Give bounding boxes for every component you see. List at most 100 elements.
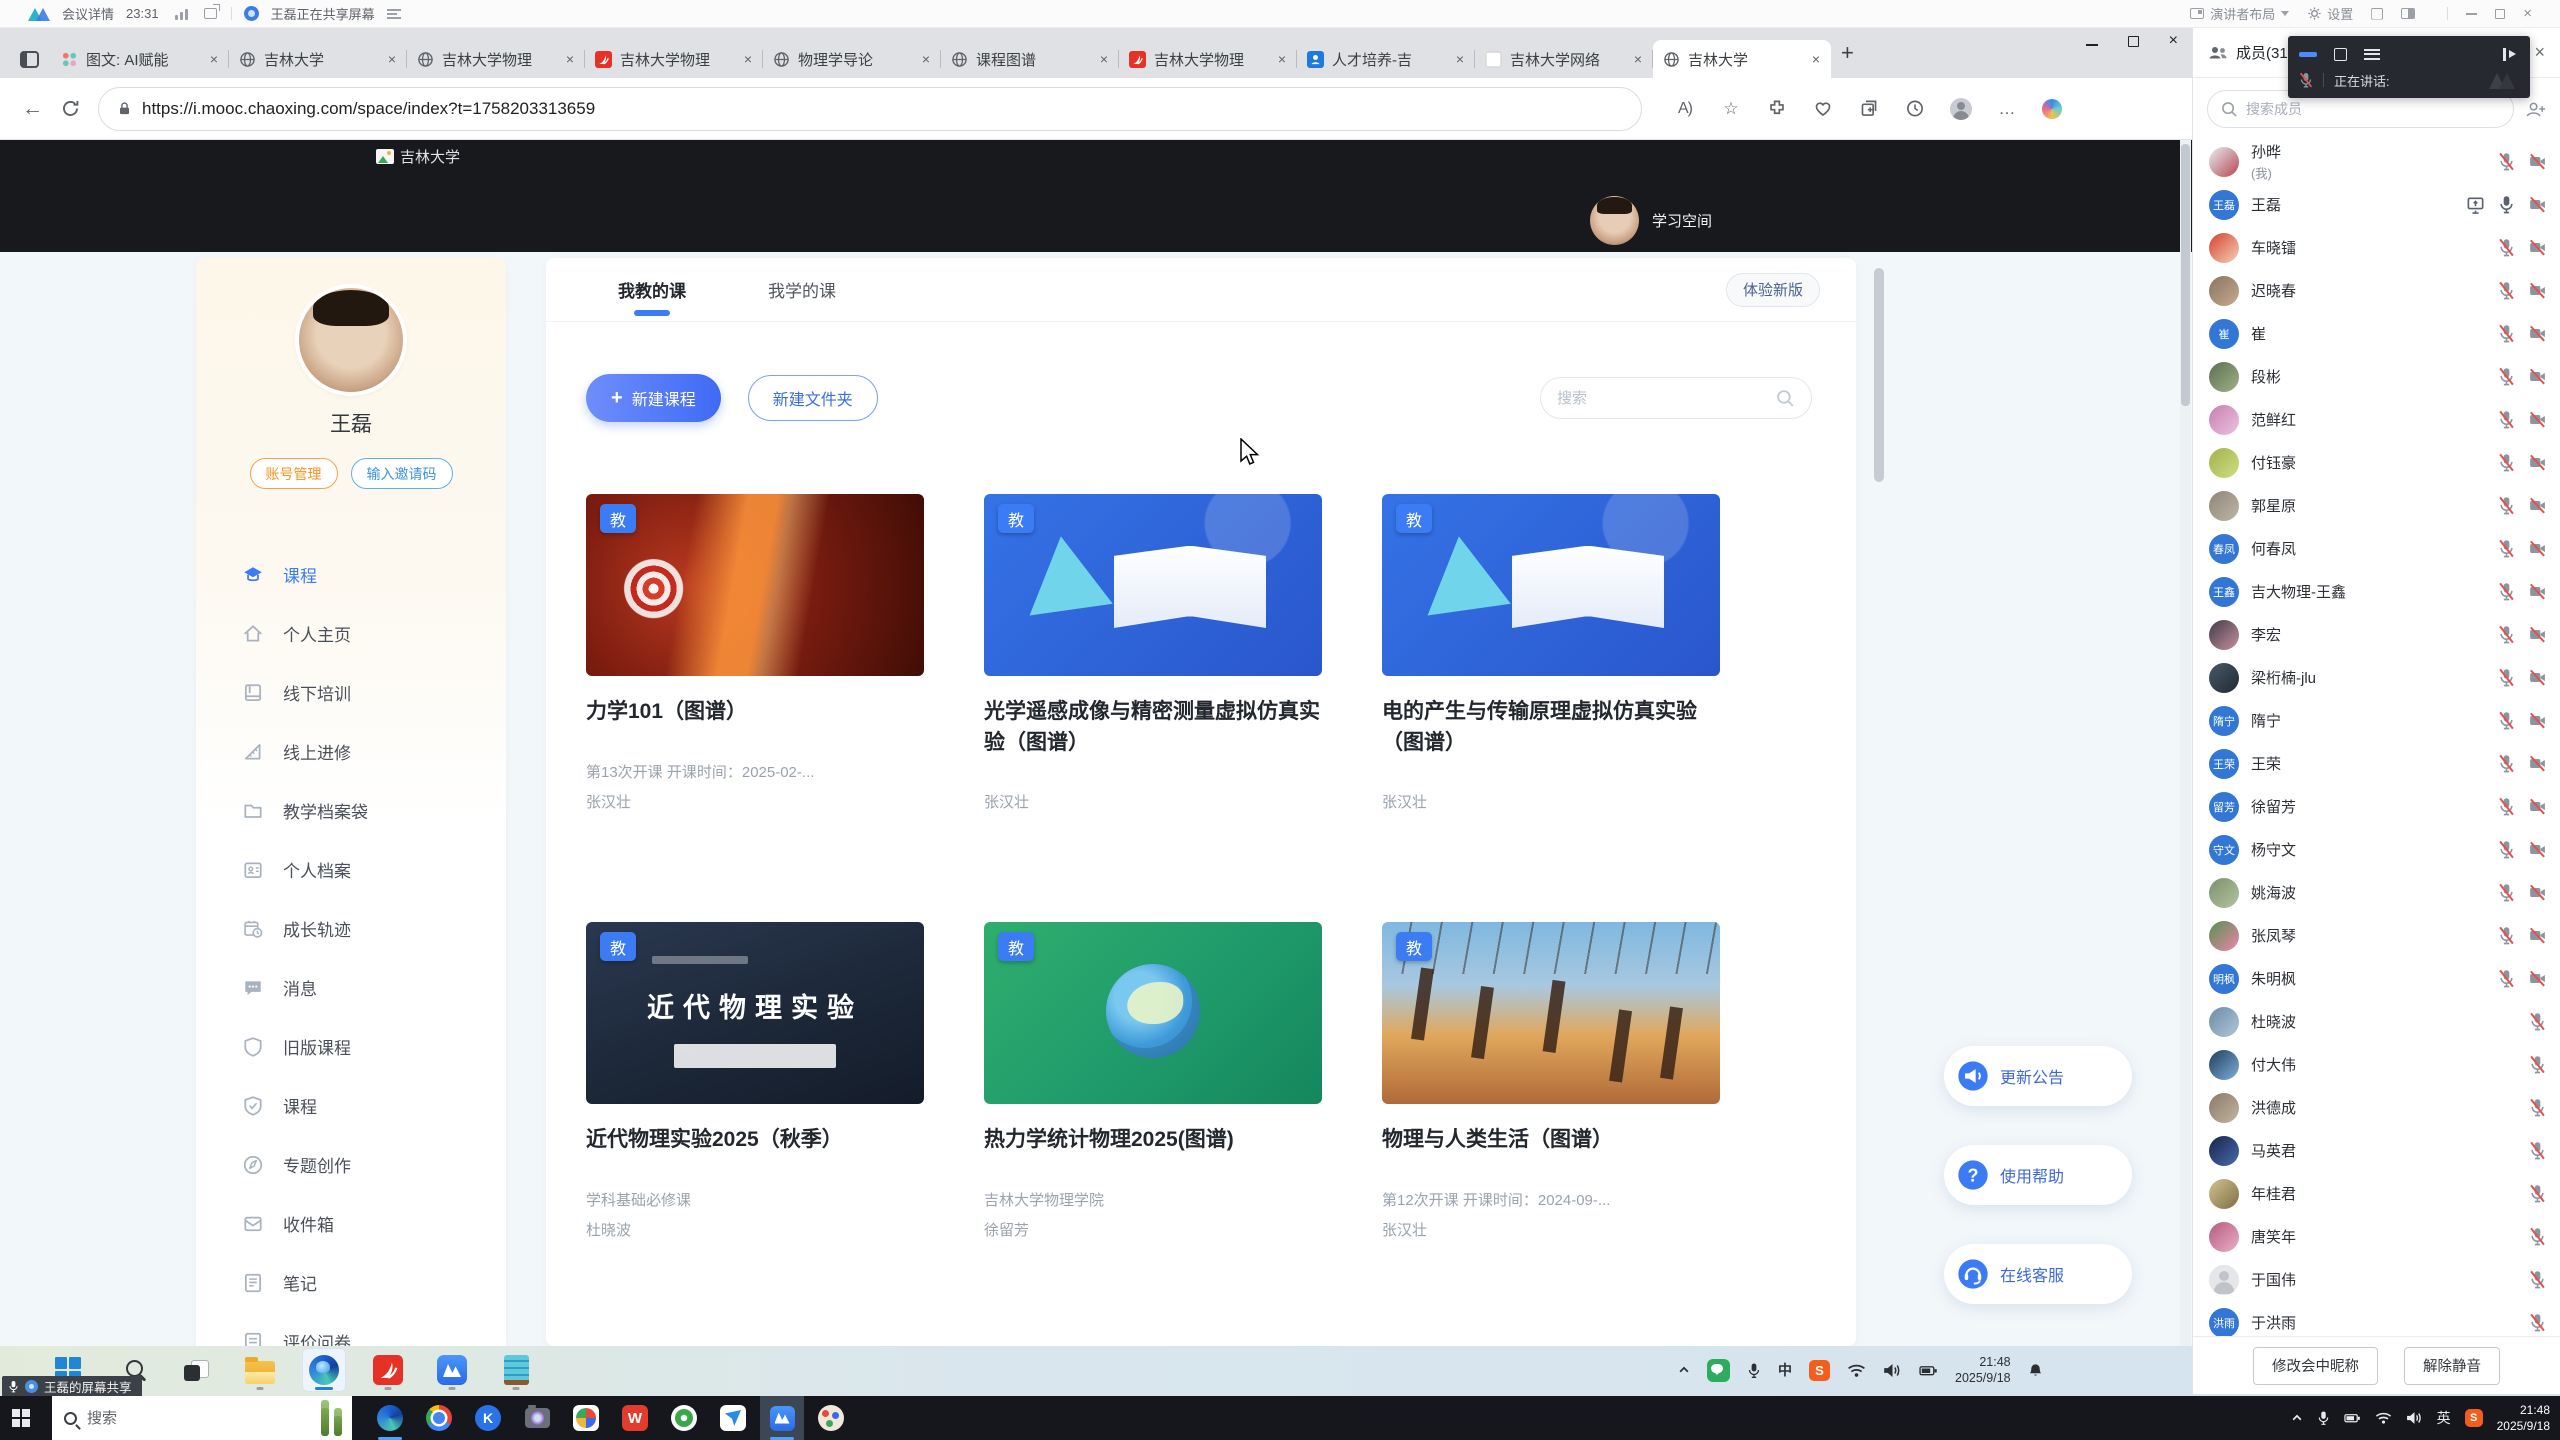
taskbar-search-box[interactable] bbox=[52, 1396, 352, 1440]
browser-minimize-button[interactable] bbox=[2086, 44, 2098, 46]
site-logo[interactable]: 吉林大学 bbox=[376, 146, 460, 167]
restore-window-icon[interactable] bbox=[2334, 48, 2347, 61]
camera-off-icon[interactable] bbox=[2529, 367, 2546, 386]
tab-close-icon[interactable]: × bbox=[1097, 51, 1111, 67]
sidebar-item[interactable]: 成长轨迹 bbox=[196, 899, 506, 958]
sidebar-item[interactable]: 教学档案袋 bbox=[196, 781, 506, 840]
course-search-box[interactable] bbox=[1540, 377, 1812, 419]
mic-muted-icon[interactable] bbox=[2498, 797, 2515, 816]
camera-off-icon[interactable] bbox=[2529, 152, 2546, 171]
online-service-button[interactable]: 在线客服 bbox=[1944, 1244, 2132, 1304]
collections-icon[interactable] bbox=[1858, 99, 1880, 118]
browser-tab[interactable]: 吉林大学 × bbox=[1653, 40, 1831, 78]
browser-tab[interactable]: 图文: AI赋能 × bbox=[51, 40, 229, 78]
camera-off-icon[interactable] bbox=[2529, 453, 2546, 472]
member-row[interactable]: 车晓镭 bbox=[2193, 226, 2560, 269]
refresh-button[interactable] bbox=[61, 99, 80, 118]
browser-maximize-button[interactable] bbox=[2128, 36, 2139, 47]
tab-close-icon[interactable]: × bbox=[1275, 51, 1289, 67]
member-row[interactable]: 付大伟 bbox=[2193, 1043, 2560, 1086]
member-row[interactable]: 梁桁楠-jlu bbox=[2193, 656, 2560, 699]
camera-off-icon[interactable] bbox=[2529, 711, 2546, 730]
sidebar-item[interactable]: 课程 bbox=[196, 545, 506, 604]
member-row[interactable]: 孙晔 (我) bbox=[2193, 140, 2560, 183]
mic-muted-icon[interactable] bbox=[2529, 1227, 2546, 1246]
fullscreen-icon[interactable] bbox=[2371, 8, 2383, 20]
ime-indicator[interactable]: 英 bbox=[2437, 1408, 2451, 1428]
mic-muted-icon[interactable] bbox=[2498, 539, 2515, 558]
camera-off-icon[interactable] bbox=[2529, 668, 2546, 687]
sidebar-item[interactable]: 专题创作 bbox=[196, 1135, 506, 1194]
mic-muted-icon[interactable] bbox=[2529, 1270, 2546, 1289]
member-row[interactable]: 洪德成 bbox=[2193, 1086, 2560, 1129]
read-aloud-icon[interactable]: A) bbox=[1674, 100, 1696, 118]
camera-off-icon[interactable] bbox=[2529, 539, 2546, 558]
wifi-icon[interactable] bbox=[1847, 1362, 1866, 1379]
taskbar-edge-icon[interactable] bbox=[368, 1396, 412, 1440]
member-row[interactable]: 王磊 王磊 bbox=[2193, 183, 2560, 226]
browser-tab[interactable]: 吉林大学网络 × bbox=[1475, 40, 1653, 78]
member-row[interactable]: 洪雨 于洪雨 bbox=[2193, 1301, 2560, 1336]
member-row[interactable]: 守文 杨守文 bbox=[2193, 828, 2560, 871]
minimize-window-button[interactable] bbox=[2466, 13, 2477, 15]
course-title[interactable]: 光学遥感成像与精密测量虚拟仿真实验（图谱） bbox=[984, 696, 1322, 758]
sidebar-item[interactable]: 课程 bbox=[196, 1076, 506, 1135]
taskbar-chaoxing-icon[interactable] bbox=[366, 1348, 410, 1392]
header-user-avatar[interactable] bbox=[1590, 196, 1639, 245]
sidebar-item[interactable]: 线上进修 bbox=[196, 722, 506, 781]
update-announcement-button[interactable]: 更新公告 bbox=[1944, 1046, 2132, 1106]
volume-icon[interactable] bbox=[2406, 1410, 2423, 1426]
course-card[interactable]: 教 电的产生与传输原理虚拟仿真实验（图谱） 张汉壮 bbox=[1382, 494, 1720, 812]
mic-on-icon[interactable] bbox=[2498, 195, 2515, 214]
camera-off-icon[interactable] bbox=[2529, 582, 2546, 601]
camera-off-icon[interactable] bbox=[2529, 754, 2546, 773]
sidebar-item[interactable]: 消息 bbox=[196, 958, 506, 1017]
member-list[interactable]: 孙晔 (我) 王磊 王磊 bbox=[2193, 138, 2560, 1336]
browser-tab[interactable]: 吉林大学 × bbox=[229, 40, 407, 78]
copilot-icon[interactable] bbox=[2042, 99, 2062, 119]
course-card[interactable]: 教 热力学统计物理2025(图谱) 吉林大学物理学院 徐留芳 bbox=[984, 922, 1322, 1240]
camera-off-icon[interactable] bbox=[2529, 410, 2546, 429]
course-cover[interactable]: 教 bbox=[1382, 922, 1720, 1104]
mic-muted-icon[interactable] bbox=[2529, 1141, 2546, 1160]
taskbar-k-app-icon[interactable] bbox=[466, 1396, 510, 1440]
member-row[interactable]: 留芳 徐留芳 bbox=[2193, 785, 2560, 828]
mic-muted-icon[interactable] bbox=[2498, 281, 2515, 300]
taskbar-clock[interactable]: 21:48 2025/9/18 bbox=[2497, 1402, 2550, 1434]
taskbar-color-app-icon[interactable] bbox=[564, 1396, 608, 1440]
mic-muted-icon[interactable] bbox=[2498, 625, 2515, 644]
course-title[interactable]: 物理与人类生活（图谱） bbox=[1382, 1124, 1720, 1186]
back-button[interactable]: ← bbox=[22, 97, 43, 121]
invite-code-button[interactable]: 输入邀请码 bbox=[351, 458, 453, 489]
wifi-icon[interactable] bbox=[2375, 1410, 2392, 1426]
taskbar-task-view-icon[interactable] bbox=[174, 1348, 218, 1392]
sharing-menu-icon[interactable] bbox=[387, 9, 401, 19]
taskbar-wps-icon[interactable] bbox=[613, 1396, 657, 1440]
course-cover[interactable]: 教 bbox=[984, 922, 1322, 1104]
camera-off-icon[interactable] bbox=[2529, 238, 2546, 257]
tab-actions-icon[interactable] bbox=[20, 51, 39, 68]
browser-close-button[interactable]: × bbox=[2169, 32, 2178, 50]
course-cover[interactable]: 教 近代物理实验 bbox=[586, 922, 924, 1104]
mic-muted-icon[interactable] bbox=[2498, 754, 2515, 773]
member-row[interactable]: 明枫 朱明枫 bbox=[2193, 957, 2560, 1000]
address-bar[interactable]: https://i.mooc.chaoxing.com/space/index?… bbox=[98, 87, 1642, 131]
course-card[interactable]: 教 近代物理实验 近代物理实验2025（秋季） 学科基础必修课 杜晓波 bbox=[586, 922, 924, 1240]
tab-close-icon[interactable]: × bbox=[1631, 51, 1645, 67]
member-row[interactable]: 于国伟 bbox=[2193, 1258, 2560, 1301]
course-card[interactable]: 教 物理与人类生活（图谱） 第12次开课 开课时间：2024-09-... 张汉… bbox=[1382, 922, 1720, 1240]
course-title[interactable]: 热力学统计物理2025(图谱) bbox=[984, 1124, 1322, 1186]
camera-off-icon[interactable] bbox=[2529, 281, 2546, 300]
invite-member-icon[interactable] bbox=[2525, 99, 2546, 120]
course-cover[interactable]: 教 bbox=[586, 494, 924, 676]
mic-muted-icon[interactable] bbox=[2498, 238, 2515, 257]
wechat-tray-icon[interactable] bbox=[1707, 1359, 1730, 1382]
mic-muted-icon[interactable] bbox=[2498, 367, 2515, 386]
mic-muted-icon[interactable] bbox=[2498, 840, 2515, 859]
camera-off-icon[interactable] bbox=[2529, 969, 2546, 988]
mic-muted-icon[interactable] bbox=[2529, 1055, 2546, 1074]
camera-off-icon[interactable] bbox=[2529, 797, 2546, 816]
member-row[interactable]: 唐笑年 bbox=[2193, 1215, 2560, 1258]
browser-tab[interactable]: 人才培养-吉 × bbox=[1297, 40, 1475, 78]
tab-close-icon[interactable]: × bbox=[1809, 51, 1823, 67]
